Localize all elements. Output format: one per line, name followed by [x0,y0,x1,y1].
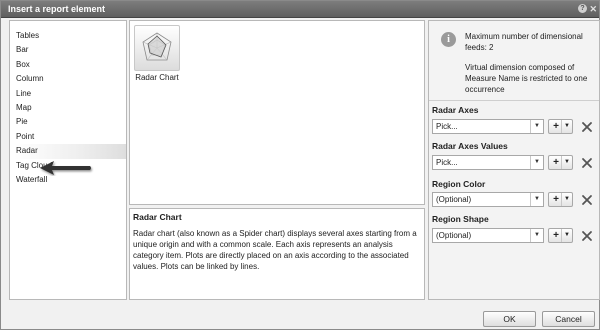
remove-icon[interactable] [580,229,594,243]
chevron-down-icon: ▼ [561,156,572,169]
radar-axes-select[interactable]: Pick... ▼ [432,119,544,134]
remove-icon[interactable] [580,193,594,207]
divider [429,100,599,101]
radar-chart-icon [134,25,180,71]
element-type-radar[interactable]: Radar [14,144,126,159]
element-type-box[interactable]: Box [16,58,128,72]
radar-axes-values-add-button[interactable]: + ▼ [548,155,573,170]
pointer-arrow-icon [40,161,91,175]
dialog-title-bar: Insert a report element ? ✕ [1,1,599,18]
chevron-down-icon: ▼ [530,156,543,169]
insert-report-element-dialog: Insert a report element ? ✕ Tables Bar B… [0,0,600,330]
element-type-column[interactable]: Column [16,72,128,86]
region-shape-value: (Optional) [436,231,472,240]
ok-button[interactable]: OK [483,311,536,327]
element-type-bar[interactable]: Bar [16,43,128,57]
radar-axes-value: Pick... [436,122,458,131]
feeds-panel: i Maximum number of dimensional feeds: 2… [428,20,600,300]
radar-axes-label: Radar Axes [432,105,479,115]
chevron-down-icon: ▼ [530,193,543,206]
info-text: Maximum number of dimensional feeds: 2 V… [465,31,595,104]
chevron-down-icon: ▼ [561,229,572,242]
chart-description-panel: Radar Chart Radar chart (also known as a… [129,208,425,300]
info-icon: i [441,32,456,47]
region-color-add-button[interactable]: + ▼ [548,192,573,207]
info-line-max-feeds: Maximum number of dimensional feeds: 2 [465,32,583,52]
info-box: i Maximum number of dimensional feeds: 2… [433,25,595,97]
region-color-value: (Optional) [436,195,472,204]
region-shape-label: Region Shape [432,214,489,224]
radar-axes-values-value: Pick... [436,158,458,167]
remove-icon[interactable] [580,120,594,134]
region-shape-select[interactable]: (Optional) ▼ [432,228,544,243]
element-type-line[interactable]: Line [16,87,128,101]
element-type-map[interactable]: Map [16,101,128,115]
chart-thumb-label: Radar Chart [135,73,179,82]
help-icon[interactable]: ? [578,4,587,13]
description-text: Radar chart (also known as a Spider char… [133,229,417,271]
chevron-down-icon: ▼ [530,229,543,242]
cancel-button[interactable]: Cancel [542,311,595,327]
element-type-point[interactable]: Point [16,130,128,144]
remove-icon[interactable] [580,156,594,170]
radar-axes-values-select[interactable]: Pick... ▼ [432,155,544,170]
info-line-virtual-dimension: Virtual dimension composed of Measure Na… [465,63,588,94]
close-icon[interactable]: ✕ [589,1,597,17]
region-shape-add-button[interactable]: + ▼ [548,228,573,243]
element-type-list-panel: Tables Bar Box Column Line Map Pie Point… [9,20,127,300]
region-color-select[interactable]: (Optional) ▼ [432,192,544,207]
radar-axes-values-label: Radar Axes Values [432,141,508,151]
element-type-tables[interactable]: Tables [16,29,128,43]
chevron-down-icon: ▼ [530,120,543,133]
chart-thumb-radar[interactable]: Radar Chart [134,25,180,82]
chevron-down-icon: ▼ [561,120,572,133]
description-title: Radar Chart [133,212,182,222]
chevron-down-icon: ▼ [561,193,572,206]
region-color-label: Region Color [432,179,486,189]
chart-type-grid: Radar Chart [129,20,425,205]
radar-axes-add-button[interactable]: + ▼ [548,119,573,134]
element-type-pie[interactable]: Pie [16,115,128,129]
dialog-title: Insert a report element [8,4,106,14]
